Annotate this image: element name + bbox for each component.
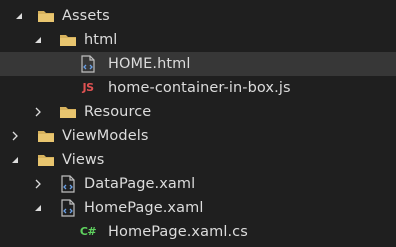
tree-item-homepage-xaml-cs[interactable]: C# HomePage.xaml.cs [0,220,396,244]
tree-item-label: HomePage.xaml [84,200,204,216]
tree-item-resource[interactable]: Resource [0,100,396,124]
folder-icon [58,31,78,49]
tree-item-label: HomePage.xaml.cs [108,224,248,240]
js-file-icon: JS [82,81,94,94]
tree-item-html[interactable]: html [0,28,396,52]
xaml-file-icon [58,199,78,217]
chevron-expanded-icon[interactable] [12,4,26,28]
csharp-file-icon: C# [79,225,97,238]
chevron-expanded-icon[interactable] [31,196,45,220]
tree-item-home-html[interactable]: HOME.html [0,52,396,76]
tree-item-assets[interactable]: Assets [0,4,396,28]
tree-item-label: html [84,32,118,48]
folder-icon [36,7,56,25]
tree-item-label: HOME.html [108,56,191,72]
html-file-icon [78,55,98,73]
chevron-collapsed-icon[interactable] [31,172,45,196]
tree-item-label: DataPage.xaml [84,176,196,192]
tree-item-label: home-container-in-box.js [108,80,291,96]
tree-item-views[interactable]: Views [0,148,396,172]
folder-icon [58,103,78,121]
tree-item-datapage-xaml[interactable]: DataPage.xaml [0,172,396,196]
tree-item-viewmodels[interactable]: ViewModels [0,124,396,148]
chevron-expanded-icon[interactable] [8,148,22,172]
chevron-collapsed-icon[interactable] [31,100,45,124]
chevron-collapsed-icon[interactable] [8,124,22,148]
folder-icon [36,151,56,169]
chevron-expanded-icon[interactable] [31,28,45,52]
solution-explorer-tree: Assets html HOME.html JS home-container-… [0,4,396,244]
tree-item-label: Views [62,152,105,168]
folder-icon [36,127,56,145]
tree-item-homepage-xaml[interactable]: HomePage.xaml [0,196,396,220]
tree-item-label: ViewModels [62,128,149,144]
tree-item-label: Resource [84,104,152,120]
xaml-file-icon [58,175,78,193]
tree-item-home-container-in-box-js[interactable]: JS home-container-in-box.js [0,76,396,100]
tree-item-label: Assets [62,8,110,24]
